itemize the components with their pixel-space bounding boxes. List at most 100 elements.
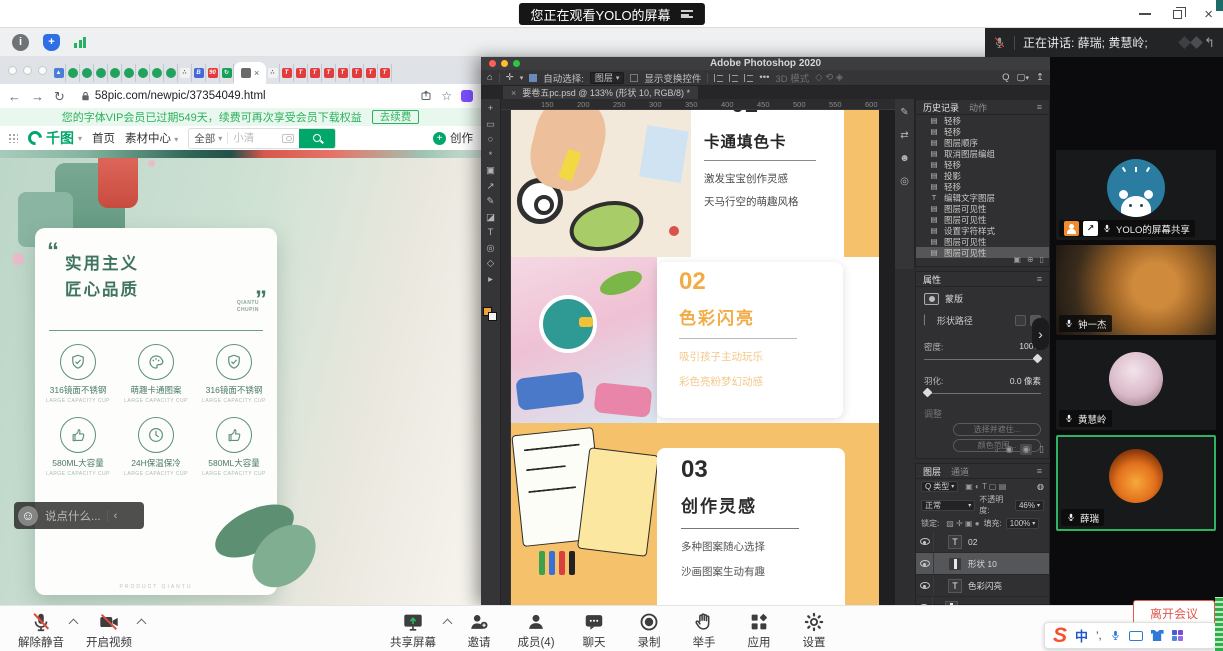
invite-button[interactable]: 邀请 [450,611,508,650]
annotation-icon[interactable] [1178,36,1191,49]
browser-tab[interactable] [136,64,150,82]
browser-tab[interactable] [150,64,164,82]
density-slider[interactable] [924,353,1041,365]
participant-tile-yolo[interactable]: YOLO的屏幕共享 [1056,150,1216,240]
annotation-icon[interactable] [1190,36,1203,49]
browser-tab[interactable]: T [280,64,294,82]
chat-input[interactable]: 说点什么... [45,508,101,524]
soft-keyboard-icon[interactable] [1129,631,1143,641]
qiantu-logo[interactable]: 千图 ▾ [28,128,82,148]
toolbox-icon[interactable] [1172,630,1184,642]
lasso-tool-icon[interactable]: ○ [488,135,494,145]
unmute-button[interactable]: 解除静音 [12,611,70,650]
clone-stamp-tool-icon[interactable]: ◪ [486,213,495,223]
align-left-icon[interactable] [714,74,723,82]
pen-tool-icon[interactable]: ◇ [487,259,494,269]
history-step[interactable]: ▤ 图层可见性 [916,236,1049,247]
security-shield-icon[interactable]: + [43,34,60,51]
move-tool-options-icon[interactable]: ✛ [506,72,514,83]
feather-value[interactable]: 0.0 像素 [1010,375,1041,387]
apps-grid-icon[interactable] [8,133,18,143]
swap-panel-icon[interactable]: ⇄ [900,130,908,141]
fill-dropdown[interactable]: 100%▾ [1006,518,1039,529]
participant-tile-xuerui[interactable]: 薛瑞 [1056,435,1216,531]
layer-row[interactable]: T 02 [916,531,1049,553]
restore-button[interactable] [1173,10,1182,19]
eyedropper-tool-icon[interactable]: ↗ [487,182,495,192]
skin-icon[interactable] [1151,630,1164,641]
tab-layers[interactable]: 图层 [923,465,941,478]
document-tab[interactable]: × 要卷五pc.psd @ 133% (形状 10, RGB/8) * [503,86,698,99]
brush-tool-icon[interactable]: ✎ [487,197,495,207]
browser-tab[interactable]: T [336,64,350,82]
nav-home[interactable]: 首页 [92,130,115,146]
type-tool-icon[interactable]: T [488,228,494,238]
blend-mode-dropdown[interactable]: 正常▾ [921,500,975,511]
participant-tile-huanghuiling[interactable]: 黄慧岭 [1056,340,1216,430]
enable-mask-icon[interactable]: ◉ [1020,444,1032,455]
browser-tab[interactable]: T [364,64,378,82]
browser-tab[interactable]: ∴ [266,64,280,82]
nav-material-center[interactable]: 素材中心 ▾ [125,130,178,146]
more-options-icon[interactable]: ••• [759,72,769,83]
browser-tab[interactable]: T [350,64,364,82]
layer-row[interactable]: 形状 10 [916,553,1049,575]
character-panel-icon[interactable]: ☻ [899,153,910,164]
tab-properties[interactable]: 属性 [923,273,941,286]
show-transform-checkbox[interactable] [630,74,638,82]
history-step[interactable]: ▤ 图层顺序 [916,137,1049,148]
search-button[interactable] [299,128,335,149]
layer-filter-dropdown[interactable]: Q类型▾ [921,481,958,492]
apps-button[interactable]: 应用 [730,611,788,650]
browser-tab[interactable]: B [192,64,206,82]
delete-mask-icon[interactable]: ▯ [1039,444,1044,455]
layer-visibility-icon[interactable] [916,553,934,574]
search-icon[interactable]: Q [1002,72,1009,83]
move-tool-icon[interactable]: + [488,104,494,114]
create-button[interactable]: + 创作 [433,130,473,146]
browser-tab[interactable]: 90 [206,64,220,82]
browser-tab[interactable] [66,64,80,82]
meeting-info-icon[interactable]: i [12,34,29,51]
browser-tab[interactable]: ∴ [178,64,192,82]
search-input[interactable] [228,132,282,144]
align-right-icon[interactable] [744,74,753,82]
camera-search-icon[interactable] [282,134,294,143]
tab-actions[interactable]: 动作 [969,101,987,114]
path-select-tool-icon[interactable]: ▸ [488,275,493,285]
raise-hand-button[interactable]: 举手 [675,611,733,650]
browser-tab[interactable]: ▲ [52,64,66,82]
browser-tab[interactable]: T [308,64,322,82]
artboard[interactable]: 01 卡通填色卡 激发宝宝创作灵感 天马行空的萌趣风格 02 色彩闪亮 [511,110,879,605]
tab-close-icon[interactable] [254,68,259,78]
back-icon[interactable]: ← [8,90,21,103]
browser-traffic-lights[interactable] [8,66,47,75]
add-mask-icon[interactable] [1015,315,1026,326]
history-step[interactable]: ▤ 投影 [916,170,1049,181]
start-video-button[interactable]: 开启视频 [80,611,138,650]
history-step[interactable]: ▤ 轻移 [916,115,1049,126]
browser-tab[interactable] [164,64,178,82]
history-step[interactable]: ▤ 取消图层编组 [916,148,1049,159]
select-and-mask-button[interactable]: 选择并遮住... [953,423,1041,436]
history-step[interactable]: ▤ 图层可见性 [916,203,1049,214]
mic-options-chevron[interactable] [69,619,79,629]
background-color-swatch[interactable] [488,312,497,321]
libraries-panel-icon[interactable]: ◎ [900,176,909,187]
panel-menu-icon[interactable] [1037,102,1042,112]
opacity-dropdown[interactable]: 46%▾ [1015,500,1044,511]
close-button[interactable]: × [1204,7,1213,22]
settings-button[interactable]: 设置 [785,611,843,650]
workspace-icon[interactable]: ▢▾ [1017,72,1030,83]
load-selection-icon[interactable]: ▫ [995,445,998,455]
search-category-dropdown[interactable]: 全部▾ [189,131,227,146]
screen-menu-icon[interactable] [681,10,693,18]
new-snapshot-icon[interactable]: ⊕ [1027,255,1034,264]
auto-select-checkbox[interactable] [529,74,537,82]
renew-button[interactable]: 去续费 [372,110,420,124]
search-box[interactable]: 全部▾ [188,128,336,149]
filter-toggle-icon[interactable]: ◍ [1037,482,1044,491]
close-doc-icon[interactable]: × [511,88,516,98]
extension-icon[interactable] [461,90,473,102]
reload-icon[interactable]: ↻ [54,90,65,103]
